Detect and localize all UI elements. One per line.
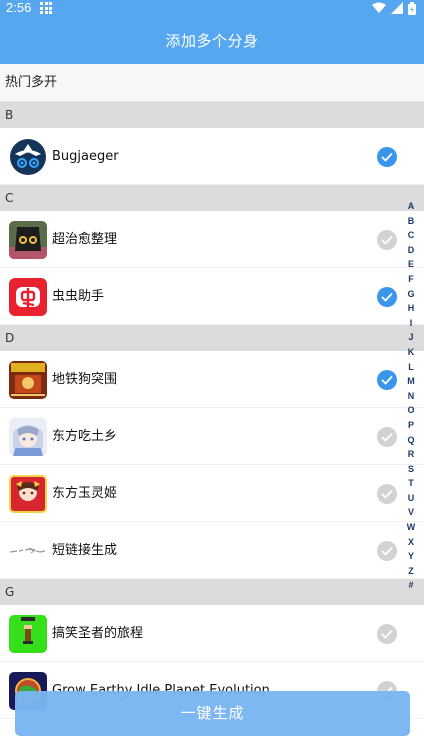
alphabet-index-letter[interactable]: B — [408, 214, 415, 229]
screen: 2:56 添加多个分身 热门多开 B Bugjaeger C 超治愈整理 虫虫助… — [0, 0, 424, 752]
alphabet-index-letter[interactable]: J — [408, 330, 413, 345]
check-icon — [381, 432, 393, 442]
check-icon — [381, 629, 393, 639]
check-icon — [381, 546, 393, 556]
list-item[interactable]: 短链接生成 — [0, 522, 424, 579]
app-name: 地铁狗突围 — [52, 372, 118, 387]
alphabet-index-letter[interactable]: O — [407, 403, 414, 418]
signal-icon — [391, 2, 403, 14]
page-title: 添加多个分身 — [165, 32, 259, 50]
app-name: 超治愈整理 — [52, 232, 118, 247]
bugjaeger-app-icon — [9, 138, 47, 176]
gaoxiao-shengzhe-app-icon — [9, 615, 47, 653]
status-time: 2:56 — [6, 0, 32, 15]
alphabet-index-letter[interactable]: K — [408, 345, 415, 360]
section-header-d: D — [0, 325, 424, 351]
hot-section: 热门多开 — [0, 64, 424, 102]
alphabet-index-letter[interactable]: S — [408, 462, 414, 477]
battery-icon — [408, 1, 416, 15]
alphabet-index-letter[interactable]: W — [407, 520, 416, 535]
generate-all-button[interactable]: 一键生成 — [15, 691, 410, 736]
wifi-icon — [372, 2, 386, 13]
app-name: 虫虫助手 — [52, 289, 105, 304]
app-name: 东方吃土乡 — [52, 429, 118, 444]
check-icon — [381, 152, 393, 162]
app-name: 短链接生成 — [52, 543, 118, 558]
alphabet-index-letter[interactable]: N — [408, 389, 415, 404]
alphabet-index-letter[interactable]: R — [408, 447, 415, 462]
checkbox-checked[interactable] — [377, 370, 397, 390]
app-name: Bugjaeger — [52, 149, 119, 164]
alphabet-index-letter[interactable]: # — [408, 578, 413, 593]
alphabet-index-letter[interactable]: H — [408, 301, 415, 316]
alphabet-index-letter[interactable]: Z — [408, 564, 414, 579]
app-name: 东方玉灵姬 — [52, 486, 118, 501]
chaozhiyu-app-icon — [9, 221, 47, 259]
checkbox-unchecked[interactable] — [377, 427, 397, 447]
alphabet-index-letter[interactable]: D — [408, 243, 415, 258]
check-icon — [381, 235, 393, 245]
checkbox-unchecked[interactable] — [377, 484, 397, 504]
alphabet-index-letter[interactable]: L — [408, 360, 414, 375]
alphabet-index-letter[interactable]: T — [408, 476, 414, 491]
alphabet-index-letter[interactable]: V — [408, 505, 414, 520]
touhou-yulingji-app-icon — [9, 475, 47, 513]
check-icon — [381, 375, 393, 385]
app-name: 搞笑圣者的旅程 — [52, 626, 144, 641]
list-item[interactable]: 东方吃土乡 — [0, 408, 424, 465]
alphabet-index-letter[interactable]: I — [410, 316, 413, 331]
section-header-c: C — [0, 185, 424, 211]
alphabet-index-letter[interactable]: M — [407, 374, 415, 389]
app-grid-icon — [40, 2, 52, 14]
alphabet-index-letter[interactable]: X — [408, 535, 414, 550]
chongchong-app-icon — [9, 278, 47, 316]
alphabet-index-letter[interactable]: A — [408, 199, 415, 214]
top-app-bar: 添加多个分身 — [0, 18, 424, 64]
status-bar: 2:56 — [0, 0, 424, 18]
alphabet-index-letter[interactable]: C — [408, 228, 415, 243]
alphabet-index-letter[interactable]: U — [408, 491, 415, 506]
checkbox-unchecked[interactable] — [377, 541, 397, 561]
section-header-g: G — [0, 579, 424, 605]
app-list: B Bugjaeger C 超治愈整理 虫虫助手 D 地铁狗突围 东方吃土乡 东… — [0, 102, 424, 719]
alphabet-index-letter[interactable]: Y — [408, 549, 414, 564]
list-item[interactable]: Bugjaeger — [0, 128, 424, 185]
alphabet-index-letter[interactable]: Q — [407, 433, 414, 448]
alphabet-index-letter[interactable]: G — [407, 287, 414, 302]
hot-section-label: 热门多开 — [5, 75, 58, 90]
alphabet-index-letter[interactable]: P — [408, 418, 414, 433]
alphabet-index[interactable]: A B C D E F G H I J K L M N O P Q R S T U V W X Y Z # — [405, 199, 417, 593]
checkbox-checked[interactable] — [377, 147, 397, 167]
alphabet-index-letter[interactable]: E — [408, 257, 414, 272]
checkbox-checked[interactable] — [377, 287, 397, 307]
short-link-app-icon — [9, 532, 47, 570]
alphabet-index-letter[interactable]: F — [408, 272, 414, 287]
list-item[interactable]: 地铁狗突围 — [0, 351, 424, 408]
touhou-chituxiang-app-icon — [9, 418, 47, 456]
section-header-b: B — [0, 102, 424, 128]
check-icon — [381, 489, 393, 499]
list-item[interactable]: 虫虫助手 — [0, 268, 424, 325]
list-item[interactable]: 搞笑圣者的旅程 — [0, 605, 424, 662]
checkbox-unchecked[interactable] — [377, 624, 397, 644]
checkbox-unchecked[interactable] — [377, 230, 397, 250]
list-item[interactable]: 超治愈整理 — [0, 211, 424, 268]
subway-dog-app-icon — [9, 361, 47, 399]
system-icons — [372, 1, 416, 15]
list-item[interactable]: 东方玉灵姬 — [0, 465, 424, 522]
check-icon — [381, 292, 393, 302]
